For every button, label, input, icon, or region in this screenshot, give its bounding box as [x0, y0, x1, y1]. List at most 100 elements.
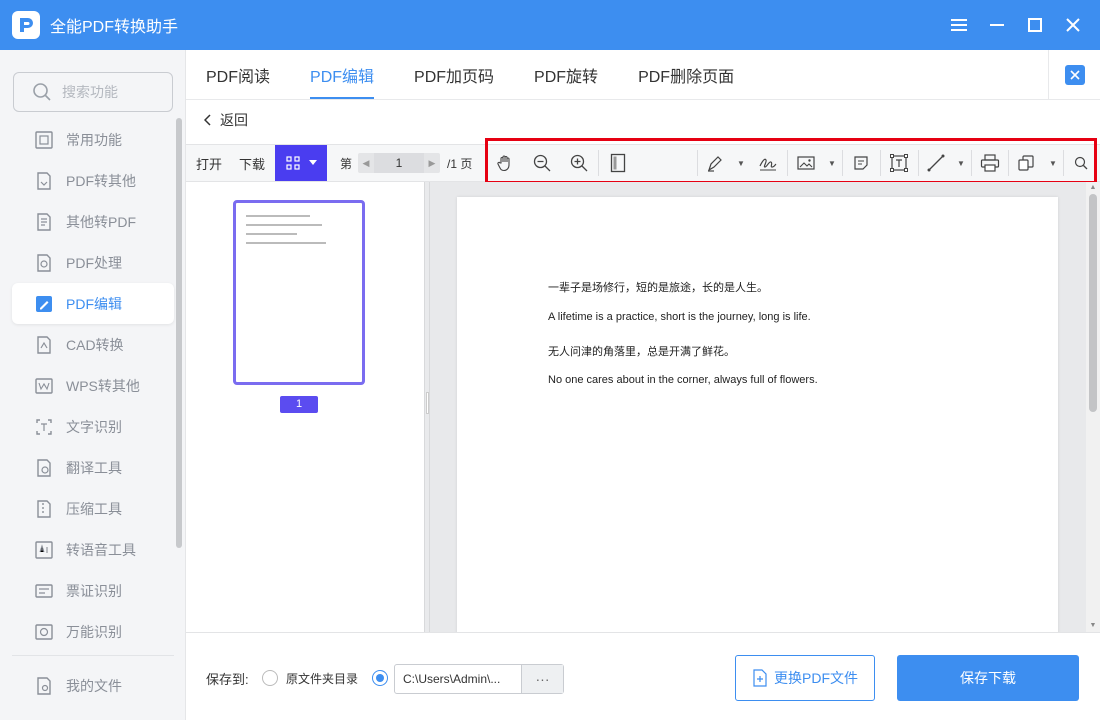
wps-convert-icon [34, 376, 54, 396]
browse-path-button[interactable]: ··· [521, 665, 563, 693]
sidebar-item-label: 我的文件 [66, 677, 122, 694]
close-panel-button[interactable] [1048, 50, 1100, 100]
sidebar-item-ocr[interactable]: 文字识别 [12, 406, 174, 447]
thumbnail-text-line [246, 242, 326, 244]
sidebar-item-cad[interactable]: CAD转换 [12, 324, 174, 365]
translate-icon [34, 458, 54, 478]
document-view[interactable]: 一辈子是场修行，短的是旅途，长的是人生。 A lifetime is a pra… [430, 182, 1100, 632]
sidebar-item-label: 票证识别 [66, 582, 122, 599]
close-icon [1064, 65, 1085, 85]
sidebar-scrollbar[interactable] [176, 118, 182, 548]
compress-icon [34, 499, 54, 519]
document-page[interactable]: 一辈子是场修行，短的是旅途，长的是人生。 A lifetime is a pra… [457, 197, 1058, 632]
open-button[interactable]: 打开 [196, 145, 222, 181]
tab-pdf-edit[interactable]: PDF编辑 [290, 50, 394, 99]
sidebar-item-label: PDF转其他 [66, 172, 136, 189]
minimize-icon[interactable] [978, 0, 1016, 50]
sidebar-item-pdf-edit[interactable]: PDF编辑 [12, 283, 174, 324]
maximize-icon[interactable] [1016, 0, 1054, 50]
tab-pdf-page-number[interactable]: PDF加页码 [394, 50, 514, 99]
universal-recognition-icon [34, 622, 54, 642]
sidebar-item-label: 文字识别 [66, 418, 122, 435]
search-icon [33, 83, 51, 101]
page-thumbnail[interactable] [233, 200, 365, 385]
prev-page-icon[interactable]: ◀ [358, 153, 374, 173]
splitter-grip[interactable] [426, 392, 429, 414]
thumbnail-text-line [246, 215, 310, 217]
source-folder-radio[interactable] [262, 670, 278, 686]
sidebar-item-label: 常用功能 [66, 131, 122, 148]
back-link[interactable]: 返回 [204, 110, 248, 130]
replace-pdf-label: 更换PDF文件 [774, 670, 858, 686]
cad-convert-icon [34, 335, 54, 355]
sidebar-item-wps[interactable]: WPS转其他 [12, 365, 174, 406]
tab-bar: PDF阅读 PDF编辑 PDF加页码 PDF旋转 PDF删除页面 [186, 50, 1100, 100]
close-icon[interactable] [1054, 0, 1092, 50]
title-bar: 全能PDF转换助手 [0, 0, 1100, 50]
save-to-label: 保存到: [206, 672, 249, 687]
sidebar-item-label: 转语音工具 [66, 541, 136, 558]
sidebar-nav: 常用功能 PDF转其他 其他转PDF PDF处理 PDF编辑 CAD转换 WPS… [12, 119, 174, 652]
sidebar-item-label: 压缩工具 [66, 500, 122, 517]
text-to-speech-icon [34, 540, 54, 560]
save-path-text[interactable]: C:\Users\Admin\... [395, 672, 521, 686]
sidebar-item-pdf-process[interactable]: PDF处理 [12, 242, 174, 283]
scroll-down-icon[interactable]: ▼ [1086, 620, 1100, 632]
document-text-line[interactable]: 无人问津的角落里，总是开满了鲜花。 [548, 343, 735, 359]
sidebar-item-label: 翻译工具 [66, 459, 122, 476]
ticket-recognition-icon [34, 581, 54, 601]
sidebar-item-label: PDF编辑 [66, 295, 122, 312]
sidebar-item-label: PDF处理 [66, 254, 122, 271]
thumbnail-page-number: 1 [280, 396, 318, 413]
page-suffix: /1 页 [447, 156, 473, 171]
app-title: 全能PDF转换助手 [50, 19, 179, 36]
sidebar-item-other-to-pdf[interactable]: 其他转PDF [12, 201, 174, 242]
bottom-bar: 保存到: 原文件夹目录 C:\Users\Admin\... ··· 更换PDF… [186, 632, 1100, 720]
sidebar-item-universal[interactable]: 万能识别 [12, 611, 174, 652]
thumbnail-toggle-button[interactable] [275, 145, 327, 181]
menu-icon[interactable] [940, 0, 978, 50]
chevron-left-icon [204, 114, 211, 126]
document-text-line[interactable]: A lifetime is a practice, short is the j… [548, 311, 811, 323]
download-button[interactable]: 下载 [239, 145, 265, 181]
pdf-to-other-icon [34, 171, 54, 191]
next-page-icon[interactable]: ▶ [424, 153, 440, 173]
sidebar-item-pdf-to-other[interactable]: PDF转其他 [12, 160, 174, 201]
custom-path-radio[interactable] [372, 670, 388, 686]
sidebar-item-ticket[interactable]: 票证识别 [12, 570, 174, 611]
page-number-input[interactable]: 1 [374, 153, 424, 173]
tab-pdf-read[interactable]: PDF阅读 [186, 50, 290, 99]
tab-pdf-rotate[interactable]: PDF旋转 [514, 50, 618, 99]
thumbnail-scrollbar[interactable] [410, 182, 420, 632]
sidebar-item-my-files[interactable]: 我的文件 [12, 665, 174, 706]
sidebar-item-label: WPS转其他 [66, 377, 140, 394]
sidebar-divider [12, 655, 174, 656]
source-folder-label[interactable]: 原文件夹目录 [286, 670, 358, 687]
scroll-up-icon[interactable]: ▲ [1086, 182, 1100, 194]
sidebar-item-compress[interactable]: 压缩工具 [12, 488, 174, 529]
thumbnail-text-line [246, 233, 297, 235]
sidebar-item-translate[interactable]: 翻译工具 [12, 447, 174, 488]
document-scrollbar[interactable]: ▲ ▼ [1086, 182, 1100, 632]
document-text-line[interactable]: 一辈子是场修行，短的是旅途，长的是人生。 [548, 279, 768, 295]
replace-pdf-button[interactable]: 更换PDF文件 [735, 655, 875, 701]
search-input[interactable]: 搜索功能 [13, 72, 173, 112]
pdf-process-icon [34, 253, 54, 273]
sidebar: 搜索功能 常用功能 PDF转其他 其他转PDF PDF处理 PDF编辑 CAD转… [0, 50, 186, 720]
grid-icon [285, 156, 300, 170]
app-logo [12, 11, 40, 39]
tab-pdf-delete-page[interactable]: PDF删除页面 [618, 50, 754, 99]
caret-down-icon [308, 160, 317, 165]
page-prefix: 第 [340, 156, 353, 171]
other-to-pdf-icon [34, 212, 54, 232]
thumbnail-panel: 1 [186, 182, 424, 632]
save-path-field[interactable]: C:\Users\Admin\... ··· [394, 664, 564, 694]
sidebar-item-tts[interactable]: 转语音工具 [12, 529, 174, 570]
sidebar-item-common[interactable]: 常用功能 [12, 119, 174, 160]
save-download-button[interactable]: 保存下载 [897, 655, 1079, 701]
sidebar-item-label: 万能识别 [66, 623, 122, 640]
document-text-line[interactable]: No one cares about in the corner, always… [548, 374, 818, 386]
scrollbar-thumb[interactable] [1089, 194, 1097, 412]
add-file-icon [753, 669, 767, 687]
annotation-highlight-box [485, 138, 1097, 184]
